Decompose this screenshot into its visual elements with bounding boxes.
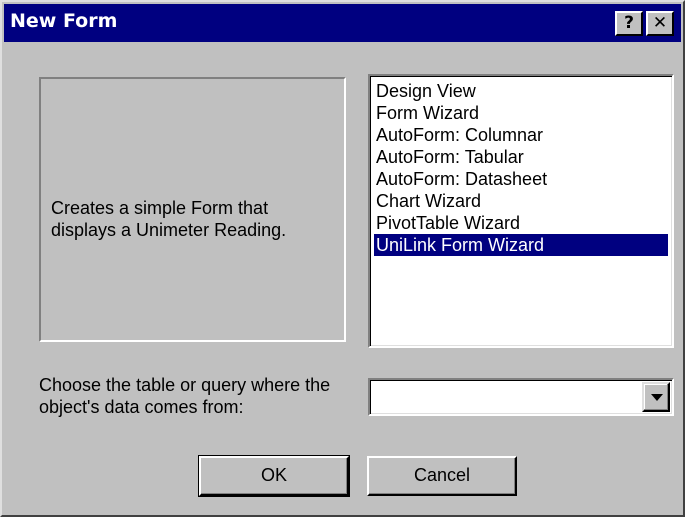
- wizard-list-item[interactable]: Chart Wizard: [374, 190, 668, 212]
- close-button[interactable]: ✕: [646, 11, 674, 36]
- wizard-description: Creates a simple Form that displays a Un…: [51, 198, 287, 240]
- chevron-down-icon: [651, 394, 663, 401]
- wizard-list-item[interactable]: Form Wizard: [374, 102, 668, 124]
- cancel-button[interactable]: Cancel: [367, 456, 517, 496]
- wizard-list-item[interactable]: Design View: [374, 80, 668, 102]
- wizard-list-item[interactable]: AutoForm: Tabular: [374, 146, 668, 168]
- help-button[interactable]: ?: [615, 11, 643, 36]
- wizard-list-item[interactable]: AutoForm: Columnar: [374, 124, 668, 146]
- wizard-list-item[interactable]: AutoForm: Datasheet: [374, 168, 668, 190]
- source-label: Choose the table or query where the obje…: [39, 375, 331, 417]
- new-form-dialog: New Form ? ✕ Creates a simple Form that …: [0, 0, 685, 517]
- ok-button[interactable]: OK: [198, 455, 350, 497]
- wizard-list-item[interactable]: PivotTable Wizard: [374, 212, 668, 234]
- window-title: New Form: [10, 10, 118, 32]
- source-combobox[interactable]: [368, 378, 674, 416]
- wizard-list-item[interactable]: UniLink Form Wizard: [374, 234, 668, 256]
- wizard-preview-panel: Creates a simple Form that displays a Un…: [39, 77, 346, 342]
- wizard-list-items: Design View Form Wizard AutoForm: Columnar…: [374, 80, 668, 256]
- dropdown-button[interactable]: [642, 382, 670, 412]
- title-bar[interactable]: New Form ? ✕: [4, 4, 681, 42]
- wizard-listbox[interactable]: Design View Form Wizard AutoForm: Columnar…: [368, 74, 674, 348]
